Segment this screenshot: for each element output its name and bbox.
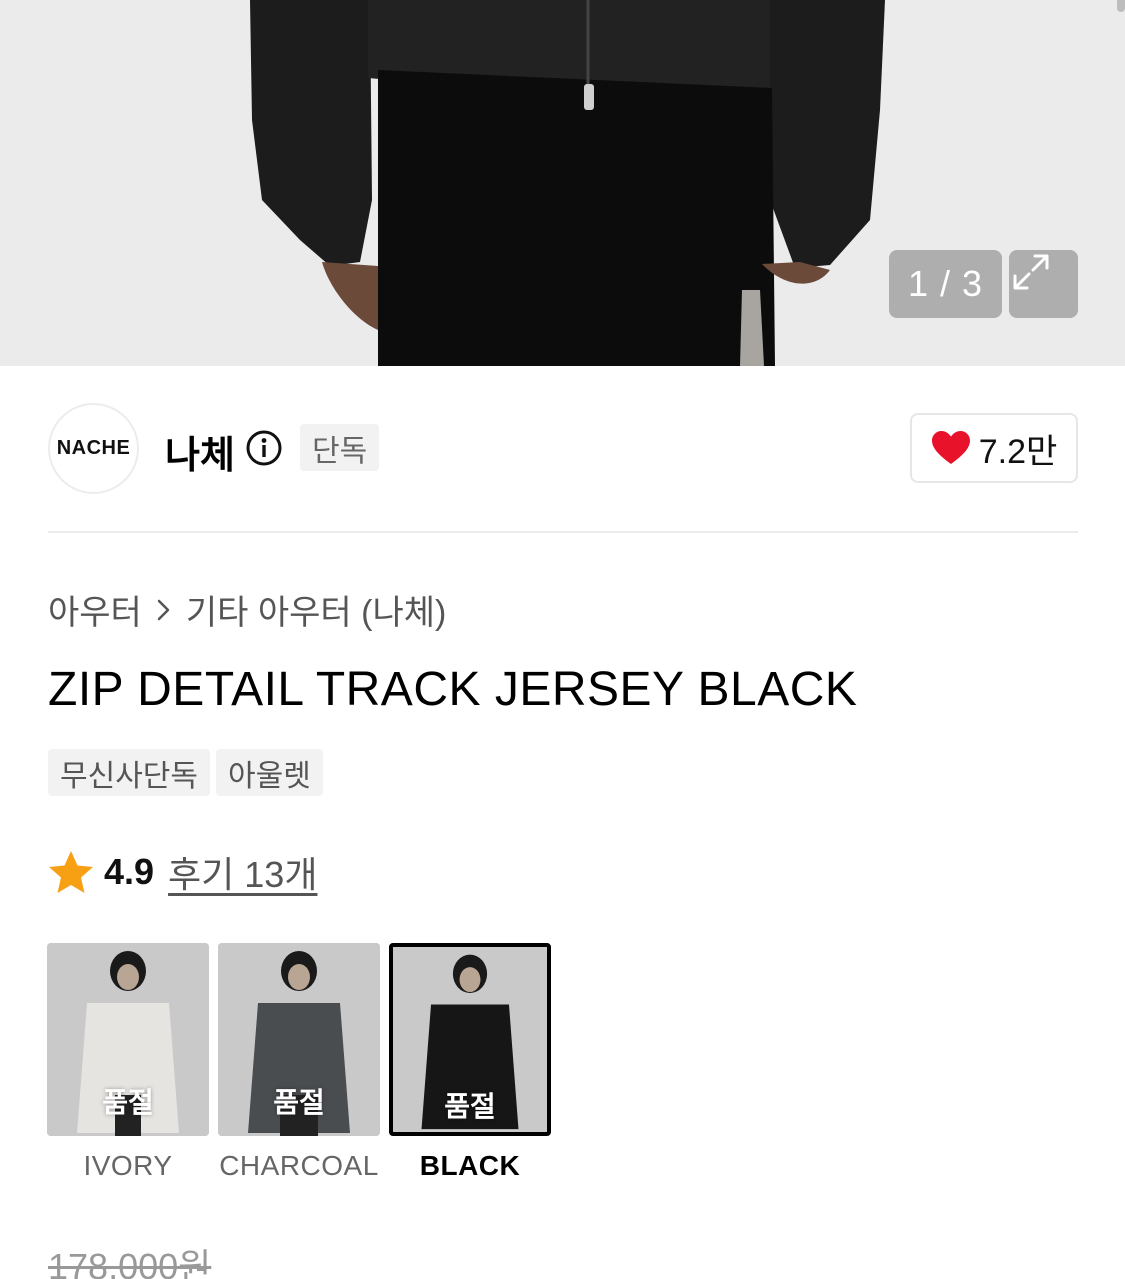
tag-outlet: 아울렛 [216, 749, 323, 796]
heart-icon [931, 431, 970, 464]
like-count: 7.2만 [978, 432, 1058, 471]
chevron-right-icon [157, 599, 170, 620]
breadcrumb-category[interactable]: 아우터 [48, 585, 142, 634]
color-thumbnail: 품절 [47, 943, 209, 1136]
image-counter: 1 / 3 [889, 250, 1002, 318]
color-label: CHARCOAL [219, 1150, 379, 1181]
tag-musinsa-exclusive: 무신사단독 [48, 749, 210, 796]
breadcrumb: 아우터 기타 아우터 (나체) [48, 585, 446, 634]
color-option-charcoal[interactable]: 품절 CHARCOAL [218, 943, 380, 1182]
soldout-label: 품절 [273, 1087, 325, 1118]
soldout-label: 품절 [102, 1087, 154, 1118]
brand-name[interactable]: 나체 [165, 424, 235, 479]
rating: 4.9 후기 13개 [48, 846, 317, 898]
breadcrumb-subcategory[interactable]: 기타 아우터 (나체) [186, 585, 447, 634]
product-tags: 무신사단독 아울렛 [48, 749, 323, 796]
scrollbar[interactable] [1117, 0, 1125, 12]
brand-logo[interactable]: NACHE [48, 403, 139, 494]
color-option-ivory[interactable]: 품절 IVORY [47, 943, 209, 1182]
like-button[interactable]: 7.2만 [910, 413, 1078, 483]
color-thumbnail: 품절 [389, 943, 551, 1136]
expand-button[interactable] [1009, 250, 1078, 318]
original-price: 178,000원 [48, 1246, 212, 1279]
review-count-link[interactable]: 후기 13개 [168, 846, 317, 898]
info-icon[interactable] [245, 429, 283, 467]
color-label: BLACK [419, 1150, 521, 1181]
product-image-gallery[interactable]: 1 / 3 [0, 0, 1125, 366]
divider [48, 531, 1078, 533]
color-option-black[interactable]: 품절 BLACK [389, 943, 551, 1182]
color-thumbnail: 품절 [218, 943, 380, 1136]
exclusive-badge: 단독 [300, 424, 380, 471]
brand-logo-text: NACHE [56, 437, 131, 459]
expand-icon [1013, 254, 1049, 290]
color-options: 품절 IVORY 품절 CHARCOAL 품절 BLACK [47, 943, 551, 1182]
soldout-label: 품절 [444, 1091, 496, 1122]
product-title: ZIP DETAIL TRACK JERSEY BLACK [48, 663, 858, 716]
rating-score: 4.9 [104, 851, 155, 892]
color-label: IVORY [83, 1150, 173, 1181]
star-icon [49, 851, 93, 893]
